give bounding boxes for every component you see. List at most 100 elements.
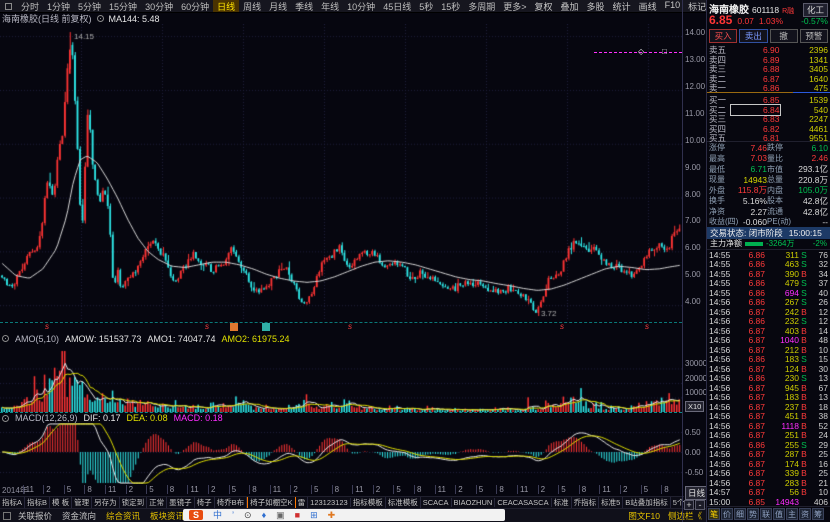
order-book-row[interactable]: 买二6.84540 [709,104,828,114]
tool-统计[interactable]: 统计 [609,0,635,13]
template-tab[interactable]: 指标模板 [351,497,386,508]
period-tab[interactable]: 5分钟 [74,0,105,13]
tool-画线[interactable]: 画线 [635,0,661,13]
panel-tab[interactable]: 资 [799,508,811,520]
tick-row[interactable]: 14:566.871118B52 [709,421,828,431]
period-tab[interactable]: 月线 [265,0,291,13]
zoom-in-button[interactable]: + [684,500,694,510]
template-tab[interactable]: CEACASASCA [495,498,551,507]
tick-row[interactable]: 14:566.86255S29 [709,440,828,450]
template-tab[interactable]: 乔指标 [572,497,600,508]
alert-button[interactable]: 预警 [800,29,828,43]
period-tab[interactable]: 年线 [317,0,343,13]
lang-icon[interactable]: 中 [213,510,222,520]
order-book-row[interactable]: 卖二6.871640 [709,73,828,83]
template-tab[interactable]: 另存为 [92,497,120,508]
template-tab[interactable]: 椅子 [195,497,215,508]
toolbox-icon[interactable]: ✚ [328,510,336,520]
indicator-gear-icon[interactable] [97,15,104,22]
panel-tab[interactable]: 主 [786,508,798,520]
tick-row[interactable]: 14:566.87451B38 [709,411,828,421]
macd-gear-icon[interactable] [2,415,9,422]
status-link[interactable]: 综合资讯 [102,510,144,522]
template-tab[interactable]: 标准模板 [386,497,421,508]
period-tab[interactable]: 30分钟 [141,0,177,13]
template-tab[interactable]: 管理 [72,497,92,508]
mic-icon[interactable]: ♦ [262,510,267,520]
tick-row[interactable]: 14:566.87287B25 [709,449,828,459]
amo-gear-icon[interactable] [2,335,9,342]
tick-row[interactable]: 14:566.87174B16 [709,459,828,469]
template-tab[interactable]: B站叠加指标 [623,497,671,508]
amo-volume-chart[interactable] [0,346,682,412]
tick-row[interactable]: 14:566.86230S13 [709,373,828,383]
panel-tab[interactable]: 笔 [708,508,720,520]
annotation-square-handle[interactable]: □ [662,47,667,56]
tick-row[interactable]: 14:556.86694S40 [709,288,828,298]
tick-row[interactable]: 14:566.87339B25 [709,468,828,478]
note-marker-icon[interactable] [262,323,270,331]
apps-icon[interactable]: ⊞ [310,510,318,520]
period-tab[interactable]: 15秒 [437,0,464,13]
template-tab[interactable]: 标准5 [599,497,623,508]
tick-row[interactable]: 14:566.86267S26 [709,297,828,307]
tick-row[interactable]: 14:556.86479S37 [709,278,828,288]
status-right-link[interactable]: 图文F10 [628,510,660,522]
tick-row[interactable]: 14:576.8756B10 [709,487,828,497]
candlestick-chart[interactable] [0,24,682,320]
order-book-row[interactable]: 买三6.832247 [709,113,828,123]
tick-row[interactable]: 14:556.87390B34 [709,269,828,279]
template-tab[interactable]: 正常 [147,497,167,508]
template-tab[interactable]: 标准 [552,497,572,508]
order-book-row[interactable]: 买四6.824461 [709,123,828,133]
input-method-toolbar[interactable]: S中’⊙♦▣■⊞✚ [183,509,505,521]
template-tab[interactable]: 墨镜子 [167,497,195,508]
note-marker-icon[interactable] [230,323,238,331]
order-book-row[interactable]: 买一6.851539 [709,94,828,104]
tick-row[interactable]: 14:566.87283B21 [709,478,828,488]
tick-row[interactable]: 14:566.86183S15 [709,354,828,364]
period-tab[interactable]: 日线 [213,0,239,13]
panel-tab[interactable]: 值 [773,508,785,520]
screenshot-icon[interactable]: ▣ [276,510,285,520]
buy-button[interactable]: 买入 [709,29,737,43]
annotation-diamond-handle[interactable]: ◇ [638,47,644,56]
panel-tab[interactable]: 筹 [812,508,824,520]
zoom-out-button[interactable]: - [695,500,705,510]
main-net-flow-row[interactable]: 主力净额 -3264万 -2% [707,239,830,249]
amo-name[interactable]: AMO(5,10) [15,334,59,344]
tick-row[interactable]: 14:566.87237B18 [709,402,828,412]
template-tab[interactable]: SCACA [421,498,452,507]
period-tab[interactable]: 45日线 [379,0,415,13]
tick-row[interactable]: 15:006.8514943406 [709,497,828,506]
macd-name[interactable]: MACD(12,26,9) [15,413,78,423]
emoji-icon[interactable]: ⊙ [244,510,252,520]
sell-button[interactable]: 卖出 [739,29,767,43]
template-tab[interactable]: 椅乔B布 [215,497,248,508]
industry-badge[interactable]: 化工 [803,3,828,17]
axis-period-label[interactable]: 日线 [685,486,708,500]
period-tab[interactable]: 分时 [17,0,43,13]
tick-row[interactable]: 14:566.871040B48 [709,335,828,345]
tick-row[interactable]: 14:556.86463S32 [709,259,828,269]
tick-row[interactable]: 14:566.86232S12 [709,316,828,326]
tick-row[interactable]: 14:566.87183B13 [709,392,828,402]
tick-row[interactable]: 14:566.87403B14 [709,326,828,336]
sogou-logo-icon[interactable]: S [189,510,203,520]
period-tab[interactable]: 1分钟 [43,0,74,13]
order-book-row[interactable]: 卖三6.883405 [709,63,828,73]
order-book-row[interactable]: 卖一6.86475 [709,82,828,92]
period-tab[interactable]: 60分钟 [177,0,213,13]
period-more[interactable]: 更多> [499,0,530,13]
tick-row[interactable]: 14:556.86311S76 [709,250,828,260]
template-tab[interactable]: 锁定到 [120,497,148,508]
template-tab[interactable]: BIAOZHUN [452,498,496,507]
template-tab[interactable]: 指标A [0,497,25,508]
status-link[interactable]: 资金流向 [58,510,100,522]
period-tab[interactable]: 10分钟 [343,0,379,13]
tick-row[interactable]: 14:566.87124B30 [709,364,828,374]
layout-grid-icon[interactable] [3,512,11,520]
cancel-button[interactable]: 撤 [770,29,798,43]
template-tab[interactable]: 椅子如棚空K [247,496,296,508]
period-tab[interactable]: 周线 [239,0,265,13]
